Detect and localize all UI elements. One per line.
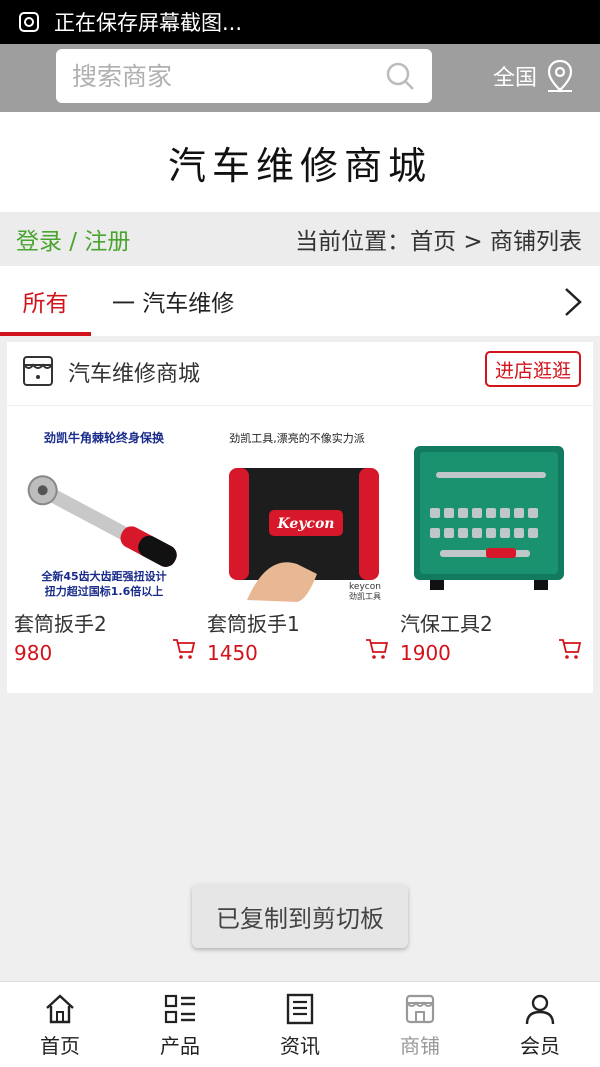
toast-message: 已复制到剪切板 <box>192 884 408 948</box>
nav-label: 会员 <box>520 1033 560 1058</box>
product-image[interactable]: 劲凯牛角棘轮终身保换 全新45齿大齿距强扭设计 扭力超过国标1.6倍以上 <box>14 424 194 602</box>
nav-label: 商铺 <box>400 1033 440 1058</box>
product-name[interactable]: 套筒扳手1 <box>207 608 393 637</box>
product-item[interactable]: 劲凯牛角棘轮终身保换 全新45齿大齿距强扭设计 扭力超过国标1.6倍以上 套筒扳… <box>14 424 200 665</box>
product-image[interactable] <box>400 424 580 602</box>
region-label: 全国 <box>493 66 538 91</box>
nav-label: 首页 <box>40 1033 80 1058</box>
login-register-link[interactable]: 登录 / 注册 <box>16 222 130 256</box>
product-image-brand-2: keycon <box>349 582 381 592</box>
nav-label: 资讯 <box>280 1033 320 1058</box>
news-icon <box>286 993 314 1024</box>
breadcrumb-row: 登录 / 注册 当前位置：首页 > 商铺列表 <box>0 212 600 266</box>
nav-item-home[interactable]: 首页 <box>0 982 120 1067</box>
product-item[interactable]: 劲凯工具,漂亮的不像实力派 Keycon keycon 劲凯工具 套筒扳手1 1… <box>207 424 393 665</box>
chevron-right-icon[interactable] <box>562 286 584 318</box>
shop-header: 汽车维修商城 进店逛逛 <box>7 342 593 406</box>
product-name[interactable]: 汽保工具2 <box>400 608 586 637</box>
product-image-caption-3: 扭力超过国标1.6倍以上 <box>45 584 164 598</box>
status-bar: 正在保存屏幕截图... <box>0 0 600 44</box>
home-icon <box>46 993 74 1023</box>
product-image-brand-3: 劲凯工具 <box>349 591 381 601</box>
nav-item-shops[interactable]: 商铺 <box>360 982 480 1067</box>
cart-icon[interactable] <box>558 638 582 660</box>
product-item[interactable]: 汽保工具2 1900 <box>400 424 586 665</box>
bottom-nav: 首页 产品 资讯 商铺 会员 <box>0 981 600 1067</box>
store-icon <box>405 994 435 1023</box>
status-text: 正在保存屏幕截图... <box>54 11 243 35</box>
enter-shop-button[interactable]: 进店逛逛 <box>485 351 581 387</box>
user-icon <box>525 994 555 1024</box>
search-input[interactable] <box>72 61 352 91</box>
shop-card: 汽车维修商城 进店逛逛 劲凯牛角棘轮终身保换 全新45齿大齿距强扭设计 扭力超过… <box>7 342 593 693</box>
product-image-caption-2: 全新45齿大齿距强扭设计 <box>40 569 166 583</box>
product-image-caption: 劲凯工具,漂亮的不像实力派 <box>229 431 365 445</box>
nav-item-member[interactable]: 会员 <box>480 982 600 1067</box>
shop-name: 汽车维修商城 <box>68 362 201 387</box>
category-tabs: 所有 一 汽车维修 <box>0 266 600 336</box>
store-icon <box>23 356 53 386</box>
site-title: 汽车维修商城 <box>0 112 600 212</box>
tab-auto-repair[interactable]: 一 汽车维修 <box>112 266 234 336</box>
search-box[interactable] <box>56 49 432 103</box>
screenshot-icon <box>19 12 39 32</box>
cart-icon[interactable] <box>365 638 389 660</box>
nav-label: 产品 <box>160 1033 200 1058</box>
product-image-brand: Keycon <box>277 516 335 532</box>
search-header: 全国 <box>0 44 600 112</box>
region-selector[interactable]: 全国 <box>493 56 575 96</box>
product-name[interactable]: 套筒扳手2 <box>14 608 200 637</box>
tab-all[interactable]: 所有 <box>0 266 91 336</box>
grid-list-icon <box>164 994 195 1023</box>
product-list: 劲凯牛角棘轮终身保换 全新45齿大齿距强扭设计 扭力超过国标1.6倍以上 套筒扳… <box>7 406 593 693</box>
product-image-caption: 劲凯牛角棘轮终身保换 <box>43 430 165 445</box>
cart-icon[interactable] <box>172 638 196 660</box>
nav-item-news[interactable]: 资讯 <box>240 982 360 1067</box>
nav-item-products[interactable]: 产品 <box>120 982 240 1067</box>
search-icon[interactable] <box>384 60 416 92</box>
product-image[interactable]: 劲凯工具,漂亮的不像实力派 Keycon keycon 劲凯工具 <box>207 424 387 602</box>
breadcrumb: 当前位置：首页 > 商铺列表 <box>295 229 582 255</box>
location-pin-icon <box>547 59 573 92</box>
